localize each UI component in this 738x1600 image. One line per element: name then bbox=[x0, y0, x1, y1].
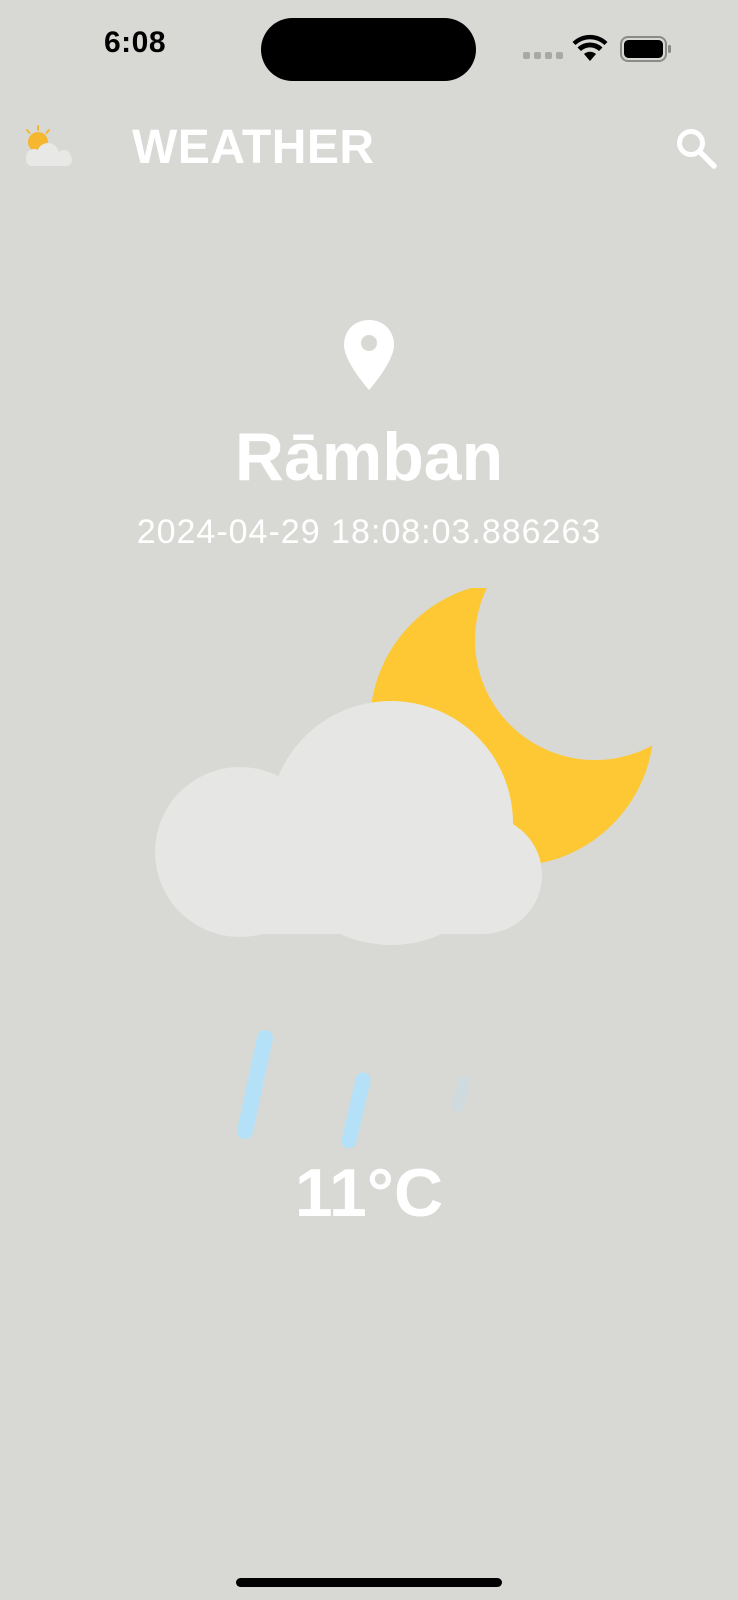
weather-screen: 6:08 WEATHER Rāmban 2024-04-29 18:08:03.… bbox=[0, 0, 738, 1600]
cellular-signal-icon bbox=[523, 52, 563, 59]
status-time: 6:08 bbox=[104, 26, 167, 59]
rain-drop bbox=[452, 1076, 470, 1112]
city-name: Rāmban bbox=[234, 419, 504, 495]
search-icon[interactable] bbox=[674, 126, 720, 172]
moon-cloud-rain-icon bbox=[155, 588, 654, 1148]
partly-cloudy-icon bbox=[26, 125, 72, 166]
rain-drop bbox=[341, 1072, 371, 1148]
rain-drop bbox=[237, 1030, 273, 1139]
app-title: WEATHER bbox=[132, 121, 375, 174]
timestamp: 2024-04-29 18:08:03.886263 bbox=[136, 513, 602, 551]
home-indicator[interactable] bbox=[236, 1578, 502, 1587]
wifi-icon bbox=[572, 34, 608, 61]
temperature: 11°C bbox=[294, 1155, 444, 1231]
battery-icon bbox=[620, 36, 671, 62]
location-pin-icon bbox=[344, 320, 394, 390]
dynamic-island bbox=[261, 18, 476, 81]
